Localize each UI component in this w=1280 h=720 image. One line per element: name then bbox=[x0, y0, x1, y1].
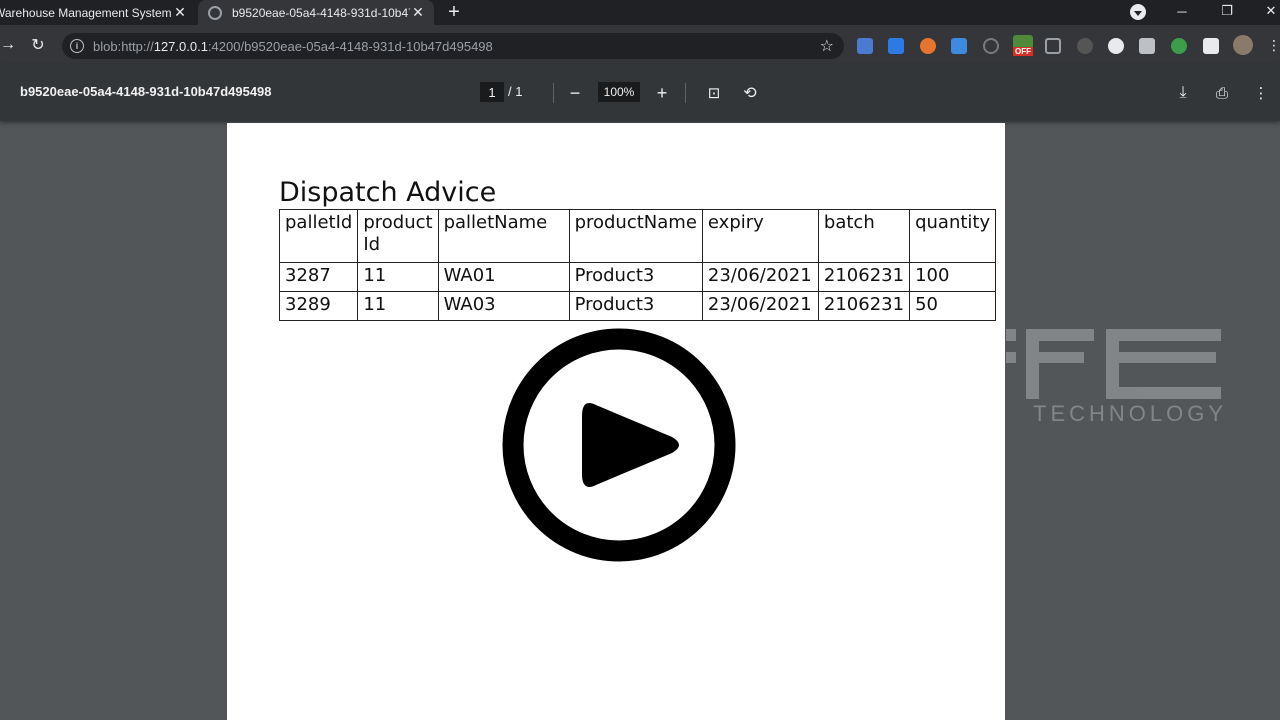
page-total: / 1 bbox=[508, 84, 523, 99]
dispatch-table: palletId product Id palletName productNa… bbox=[278, 209, 997, 321]
table-cell: 100 bbox=[909, 262, 997, 292]
restore-icon[interactable]: ❐ bbox=[1212, 0, 1242, 22]
address-bar[interactable]: i blob:http://127.0.0.1:4200/b9520eae-05… bbox=[62, 33, 844, 59]
url-text: blob:http://127.0.0.1:4200/b9520eae-05a4… bbox=[93, 38, 493, 54]
download-icon[interactable]: ⤓ bbox=[1171, 81, 1195, 105]
avatar[interactable] bbox=[1233, 35, 1253, 55]
fit-page-icon[interactable]: ⊡ bbox=[702, 81, 726, 105]
table-cell: 11 bbox=[357, 291, 439, 321]
column-header: productName bbox=[568, 209, 703, 263]
divider bbox=[685, 83, 686, 103]
column-header: expiry bbox=[701, 209, 819, 263]
table-cell: 23/06/2021 bbox=[701, 262, 819, 292]
tab-title: b9520eae-05a4-4148-931d-10b47d495498 bbox=[232, 5, 410, 20]
column-header: palletId bbox=[278, 209, 359, 263]
zoom-input[interactable]: 100% bbox=[598, 82, 640, 102]
document-title: Dispatch Advice bbox=[279, 177, 497, 208]
watermark-text: TECHNOLOGY bbox=[1033, 401, 1228, 426]
table-cell: 50 bbox=[909, 291, 997, 321]
fi-extension-icon[interactable] bbox=[951, 38, 967, 54]
table-cell: WA01 bbox=[437, 262, 570, 292]
table-cell: 11 bbox=[357, 262, 439, 292]
table-row: 3287 11 WA01 Product3 23/06/2021 2106231… bbox=[278, 262, 997, 292]
tab-strip: Warehouse Management System ✕ b9520eae-0… bbox=[0, 0, 1280, 25]
pdf-toolbar: b9520eae-05a4-4148-931d-10b47d495498 1 /… bbox=[0, 65, 1280, 121]
column-header: batch bbox=[817, 209, 911, 263]
browser-toolbar: → ↻ i blob:http://127.0.0.1:4200/b9520ea… bbox=[0, 25, 1280, 65]
column-header: palletName bbox=[437, 209, 570, 263]
tab-pdf[interactable]: b9520eae-05a4-4148-931d-10b47d495498 ✕ bbox=[198, 0, 434, 25]
minimize-icon[interactable]: ─ bbox=[1167, 0, 1197, 22]
print-icon[interactable]: ⎙ bbox=[1210, 81, 1234, 105]
info-icon[interactable]: i bbox=[70, 39, 84, 53]
globe-icon bbox=[208, 5, 222, 20]
column-header: quantity bbox=[909, 209, 997, 263]
divider bbox=[553, 83, 554, 103]
zoom-in-icon[interactable]: + bbox=[650, 81, 674, 105]
table-cell: 3287 bbox=[278, 262, 359, 292]
table-header-row: palletId product Id palletName productNa… bbox=[278, 209, 997, 263]
c-extension-icon[interactable] bbox=[1045, 38, 1061, 54]
window-close-icon[interactable]: ✕ bbox=[1256, 0, 1280, 22]
green-extension-icon[interactable] bbox=[1171, 38, 1187, 54]
close-icon[interactable]: ✕ bbox=[172, 4, 188, 21]
translate-extension-icon[interactable] bbox=[857, 38, 873, 54]
play-button-icon[interactable] bbox=[502, 328, 736, 562]
new-tab-icon[interactable]: + bbox=[443, 1, 465, 23]
column-header: product Id bbox=[357, 209, 439, 263]
tab-warehouse[interactable]: Warehouse Management System ✕ bbox=[0, 0, 196, 25]
s-extension-icon[interactable] bbox=[888, 38, 904, 54]
table-cell: Product3 bbox=[568, 262, 703, 292]
pdf-file-title: b9520eae-05a4-4148-931d-10b47d495498 bbox=[20, 84, 272, 99]
table-cell: Product3 bbox=[568, 291, 703, 321]
reload-icon[interactable]: ↻ bbox=[26, 33, 50, 57]
table-row: 3289 11 WA03 Product3 23/06/2021 2106231… bbox=[278, 291, 997, 321]
off-extension-icon[interactable]: OFF bbox=[1013, 35, 1033, 56]
tab-title: Warehouse Management System bbox=[0, 5, 172, 20]
table-cell: 2106231 bbox=[817, 291, 911, 321]
close-icon[interactable]: ✕ bbox=[410, 4, 426, 21]
table-cell: 3289 bbox=[278, 291, 359, 321]
menu-icon[interactable]: ⋮ bbox=[1262, 33, 1280, 57]
puzzle-icon[interactable] bbox=[1203, 38, 1219, 54]
forward-icon[interactable]: → bbox=[0, 33, 20, 57]
orange-extension-icon[interactable] bbox=[920, 38, 936, 54]
table-cell: 2106231 bbox=[817, 262, 911, 292]
extension-badge: OFF bbox=[1013, 47, 1033, 56]
page-number-input[interactable]: 1 bbox=[480, 82, 504, 102]
zoom-out-icon[interactable]: − bbox=[563, 81, 587, 105]
table-cell: WA03 bbox=[437, 291, 570, 321]
rotate-icon[interactable]: ⟲ bbox=[738, 81, 762, 105]
camera-extension-icon[interactable] bbox=[1139, 38, 1155, 54]
table-cell: 23/06/2021 bbox=[701, 291, 819, 321]
bookmark-star-icon[interactable]: ☆ bbox=[820, 36, 834, 56]
bug-extension-icon[interactable] bbox=[1077, 38, 1093, 54]
tab-search-icon[interactable] bbox=[1130, 4, 1146, 20]
more-options-icon[interactable]: ⋮ bbox=[1249, 81, 1273, 105]
circle-extension-icon[interactable] bbox=[983, 38, 999, 54]
globe-extension-icon[interactable] bbox=[1108, 38, 1124, 54]
